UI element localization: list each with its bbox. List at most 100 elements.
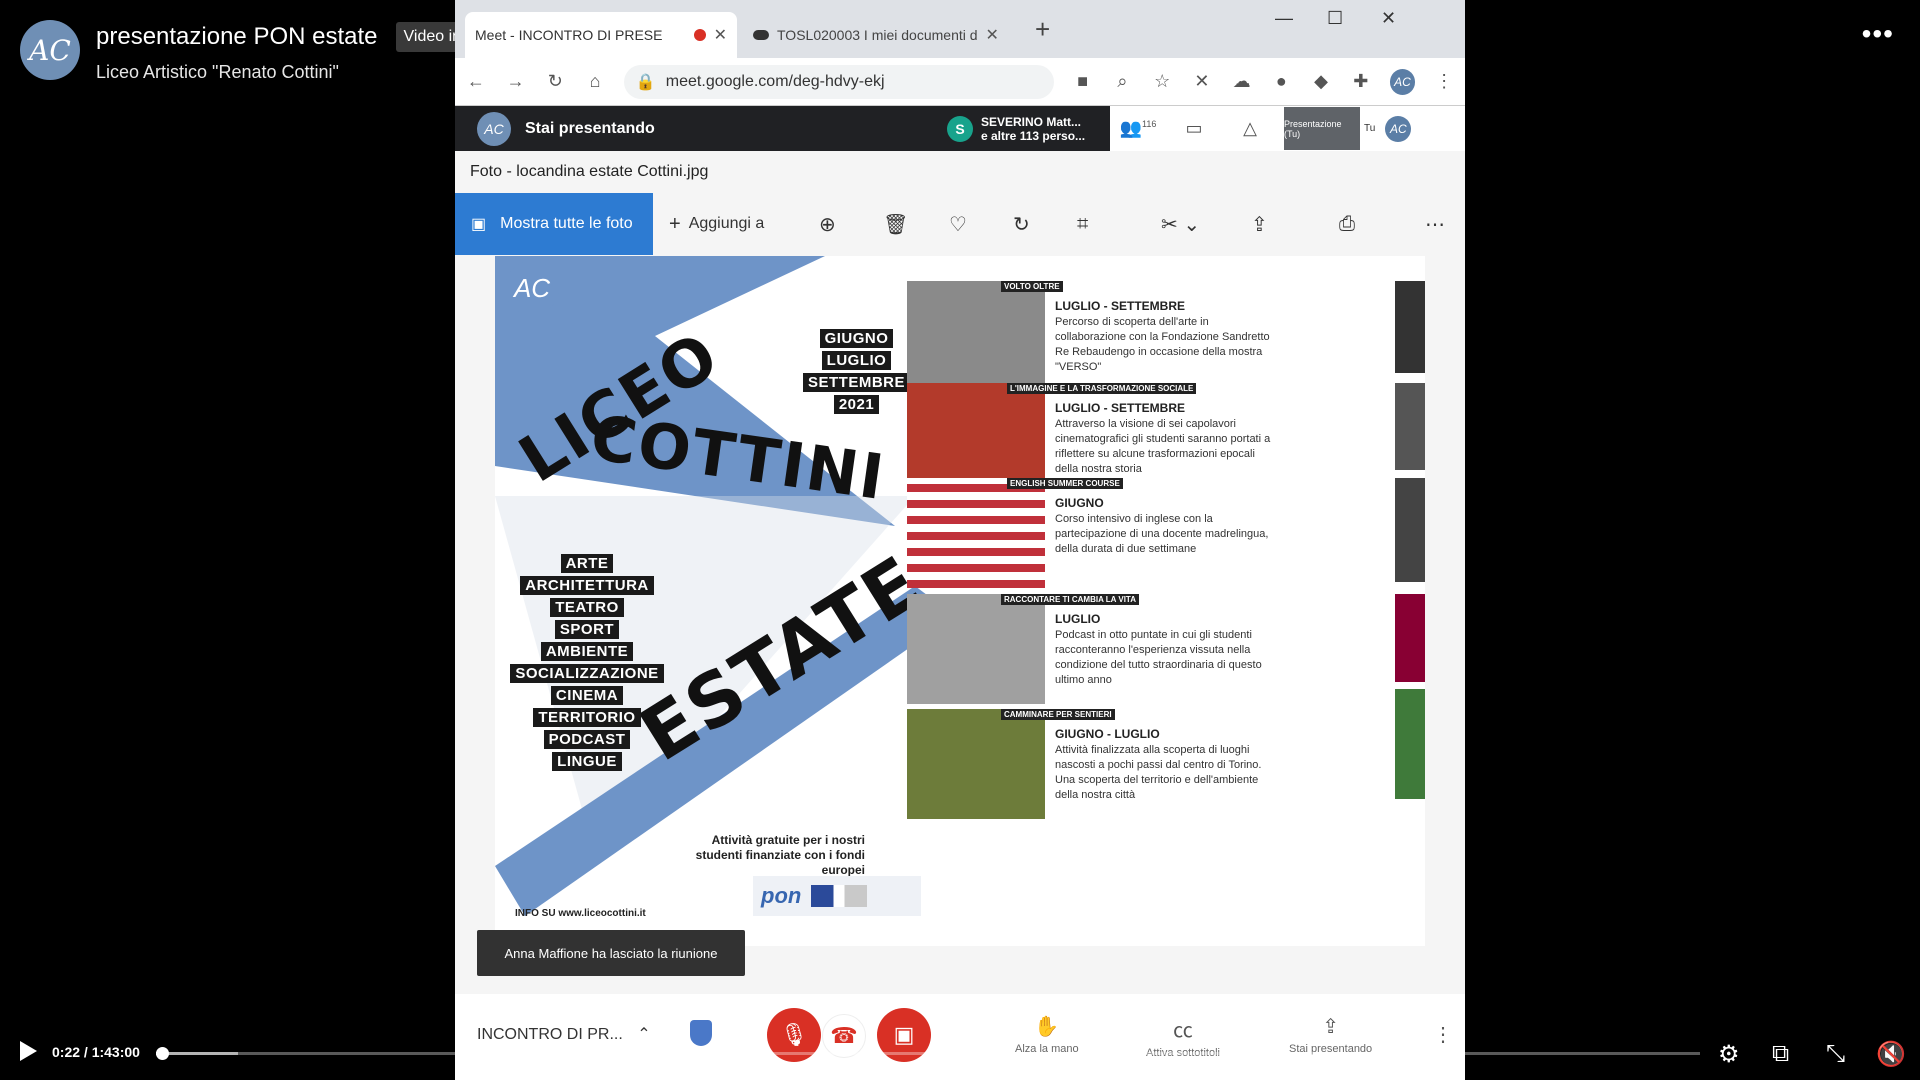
share-icon[interactable]: ⇪ [1251, 193, 1268, 255]
settings-gear-icon[interactable]: ⚙ [1718, 1040, 1740, 1069]
card-text: Attività finalizzata alla scoperta di lu… [1055, 744, 1262, 801]
rotate-icon[interactable]: ↻ [1013, 193, 1030, 255]
channel-avatar[interactable]: AC [20, 20, 80, 80]
adjacent-photo-edge [1395, 594, 1425, 682]
zoom-icon[interactable]: ⌕ [1112, 71, 1134, 92]
card-heading: LUGLIO - SETTEMBRE [1055, 299, 1185, 313]
subject-tag: TEATRO [550, 598, 624, 617]
extension-cloud-icon[interactable]: ☁ [1231, 71, 1253, 92]
new-tab-icon[interactable]: + [1035, 14, 1050, 45]
crop-icon[interactable]: ⌗ [1077, 193, 1088, 255]
presentation-thumbnail[interactable]: Presentazione (Tu) [1284, 107, 1360, 150]
more-icon[interactable]: ⋯ [1425, 193, 1445, 255]
card-label: RACCONTARE TI CAMBIA LA VITA [1001, 594, 1139, 605]
heart-icon[interactable]: ♡ [949, 193, 967, 255]
menu-dots-icon[interactable]: ⋮ [1433, 71, 1455, 92]
edit-icon[interactable]: ✂ ⌄ [1161, 193, 1200, 255]
adjacent-photo-edge [1395, 478, 1425, 582]
presenter-avatar: S [947, 116, 973, 142]
adjacent-photo-edge [1395, 281, 1425, 373]
card-image [907, 383, 1045, 493]
subject-tag: ARCHITETTURA [520, 576, 654, 595]
card-heading: GIUGNO - LUGLIO [1055, 727, 1160, 741]
poster-dates: GIUGNO LUGLIO SETTEMBRE 2021 [803, 329, 911, 414]
card-text: Corso intensivo di inglese con la partec… [1055, 513, 1269, 555]
zoom-in-icon[interactable]: ⊕ [819, 193, 836, 255]
progress-track[interactable] [155, 1047, 1700, 1060]
poster-free-note: Attività gratuite per i nostri studenti … [695, 833, 865, 877]
add-to-button[interactable]: + Aggiungi a [669, 193, 764, 255]
player-controls: 0:22 / 1:43:00 ⚙ ⧉ ⤡ 🔇 [0, 1024, 1920, 1080]
subject-tag: PODCAST [543, 730, 631, 749]
poster-logo: AC [505, 261, 559, 315]
back-icon[interactable]: ← [465, 71, 487, 92]
date-tag: GIUGNO [819, 329, 894, 348]
card-image-flag [907, 478, 1045, 588]
star-icon[interactable]: ☆ [1151, 71, 1173, 92]
activities-icon[interactable]: △ [1222, 118, 1278, 139]
card-heading: GIUGNO [1055, 496, 1104, 510]
browser-tab-meet[interactable]: Meet - INCONTRO DI PRESE ✕ [465, 12, 737, 58]
picture-in-picture-icon[interactable]: ⧉ [1772, 1040, 1789, 1068]
photos-window-title: Foto - locandina estate Cottini.jpg [470, 163, 709, 180]
plus-icon: + [669, 212, 681, 235]
poster-card: L'IMMAGINE E LA TRASFORMAZIONE SOCIALE L… [907, 383, 1377, 493]
extension-icon[interactable]: ◆ [1310, 71, 1332, 92]
adjacent-photo-edge [1395, 383, 1425, 470]
browser-tab-documents[interactable]: TOSL020003 I miei documenti d ✕ [743, 12, 1015, 58]
subject-tag: ARTE [560, 554, 614, 573]
card-image [907, 594, 1045, 704]
mute-icon[interactable]: 🔇 [1876, 1040, 1906, 1069]
add-to-label: Aggiungi a [688, 215, 765, 232]
close-window-icon[interactable]: ✕ [1381, 8, 1396, 29]
forward-icon[interactable]: → [505, 71, 527, 92]
card-text: Attraverso la visione di sei capolavori … [1055, 418, 1271, 475]
pon-logo-text: pon [761, 883, 802, 908]
date-tag: SETTEMBRE [803, 373, 911, 392]
poster-image: AC LICEO COTTINI ESTATE GIUGNO LUGLIO SE… [495, 256, 1425, 946]
address-bar[interactable]: 🔒 meet.google.com/deg-hdvy-ekj [623, 64, 1054, 99]
self-avatar[interactable]: AC [1385, 115, 1412, 142]
camera-icon[interactable]: ■ [1072, 71, 1094, 92]
puzzle-icon[interactable]: ✚ [1350, 71, 1372, 92]
extension-red-icon[interactable]: ● [1270, 71, 1292, 92]
close-tab-icon[interactable]: ✕ [986, 25, 999, 45]
video-frame: Meet - INCONTRO DI PRESE ✕ TOSL020003 I … [455, 0, 1465, 1080]
delete-icon[interactable]: 🗑 [883, 193, 908, 255]
subject-tag: LINGUE [552, 752, 622, 771]
video-title[interactable]: presentazione PON estate [96, 23, 378, 51]
close-tab-icon[interactable]: ✕ [714, 25, 727, 45]
subject-tag: TERRITORIO [533, 708, 641, 727]
extension-x-icon[interactable]: ✕ [1191, 71, 1213, 92]
card-text: Percorso di scoperta dell'arte in collab… [1055, 316, 1270, 373]
profile-avatar[interactable]: AC [1389, 68, 1416, 95]
progress-knob[interactable] [155, 1047, 169, 1060]
subject-tag: SOCIALIZZAZIONE [510, 664, 664, 683]
show-all-photos-button[interactable]: ▣ Mostra tutte le foto [455, 193, 653, 255]
cloud-icon [753, 30, 769, 40]
presenter-card[interactable]: S SEVERINO Matt... e altre 113 perso... [947, 110, 1085, 148]
minimize-icon[interactable]: — [1275, 8, 1293, 29]
recording-icon [693, 29, 706, 41]
subject-tag: SPORT [554, 620, 620, 639]
home-icon[interactable]: ⌂ [584, 71, 606, 92]
card-label: ENGLISH SUMMER COURSE [1007, 478, 1123, 489]
tab-label: TOSL020003 I miei documenti d [777, 27, 978, 43]
exit-fullscreen-icon[interactable]: ⤡ [1826, 1040, 1845, 1068]
reload-icon[interactable]: ↻ [544, 71, 566, 92]
card-label: VOLTO OLTRE [1001, 281, 1063, 292]
subject-tag: AMBIENTE [540, 642, 634, 661]
maximize-icon[interactable]: ☐ [1327, 8, 1343, 29]
chat-icon[interactable]: ▭ [1166, 118, 1222, 139]
photos-toolbar: ▣ Mostra tutte le foto + Aggiungi a ⊕ 🗑 … [455, 193, 1465, 255]
card-image [907, 281, 1045, 391]
print-icon[interactable]: ⎙ [1339, 193, 1355, 255]
lock-icon: 🔒 [635, 73, 656, 91]
poster-card: VOLTO OLTRE LUGLIO - SETTEMBRE Percorso … [907, 281, 1377, 391]
time-display: 0:22 / 1:43:00 [52, 1044, 140, 1060]
participants-icon[interactable]: 👥116 [1110, 118, 1166, 139]
adjacent-photo-edge [1395, 689, 1425, 799]
tab-label: Meet - INCONTRO DI PRESE [475, 27, 663, 43]
play-icon[interactable] [20, 1041, 37, 1061]
more-options-icon[interactable]: ••• [1862, 18, 1894, 50]
